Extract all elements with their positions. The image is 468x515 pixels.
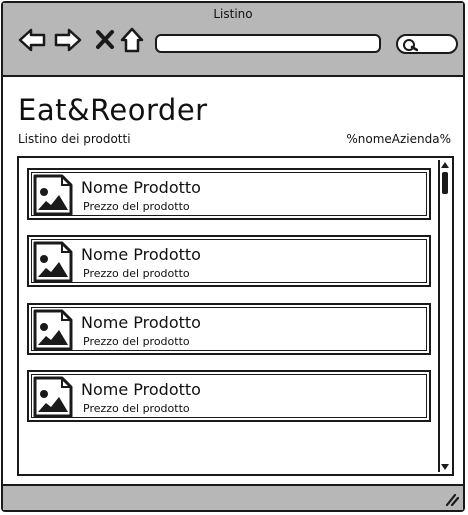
forward-arrow-icon[interactable] <box>53 25 83 55</box>
resize-grip-icon[interactable] <box>443 491 459 507</box>
title-bar: Listino <box>3 3 463 77</box>
image-placeholder-icon <box>33 376 73 418</box>
product-item[interactable]: Nome Prodotto Prezzo del prodotto <box>27 370 431 422</box>
browser-window: Listino Eat&Reorder Listino dei prodotti… <box>1 1 465 512</box>
vertical-scrollbar[interactable] <box>438 160 450 472</box>
search-icon <box>403 39 418 52</box>
product-item[interactable]: Nome Prodotto Prezzo del prodotto <box>27 235 431 287</box>
scroll-down-arrow-icon[interactable] <box>440 462 450 472</box>
scroll-up-arrow-icon[interactable] <box>440 160 450 170</box>
close-x-icon[interactable] <box>91 25 121 55</box>
product-price: Prezzo del prodotto <box>83 335 190 348</box>
status-bar <box>3 484 463 510</box>
back-arrow-icon[interactable] <box>17 25 47 55</box>
image-placeholder-icon <box>33 241 73 283</box>
product-name: Nome Prodotto <box>81 313 201 332</box>
image-placeholder-icon <box>33 174 73 216</box>
product-price: Prezzo del prodotto <box>83 402 190 415</box>
window-title: Listino <box>213 7 253 21</box>
product-price: Prezzo del prodotto <box>83 267 190 280</box>
page-subtitle: Listino dei prodotti <box>18 132 131 146</box>
product-name: Nome Prodotto <box>81 380 201 399</box>
home-icon[interactable] <box>118 25 148 55</box>
product-list[interactable]: Nome Prodotto Prezzo del prodotto Nome P… <box>17 156 454 476</box>
product-item[interactable]: Nome Prodotto Prezzo del prodotto <box>27 168 431 220</box>
search-input[interactable] <box>396 34 458 54</box>
scrollbar-thumb[interactable] <box>442 172 448 194</box>
company-name: %nomeAzienda% <box>346 132 451 146</box>
app-title: Eat&Reorder <box>18 93 208 127</box>
url-input[interactable] <box>155 34 381 53</box>
product-item[interactable]: Nome Prodotto Prezzo del prodotto <box>27 303 431 355</box>
image-placeholder-icon <box>33 309 73 351</box>
product-name: Nome Prodotto <box>81 178 201 197</box>
product-price: Prezzo del prodotto <box>83 200 190 213</box>
product-name: Nome Prodotto <box>81 245 201 264</box>
